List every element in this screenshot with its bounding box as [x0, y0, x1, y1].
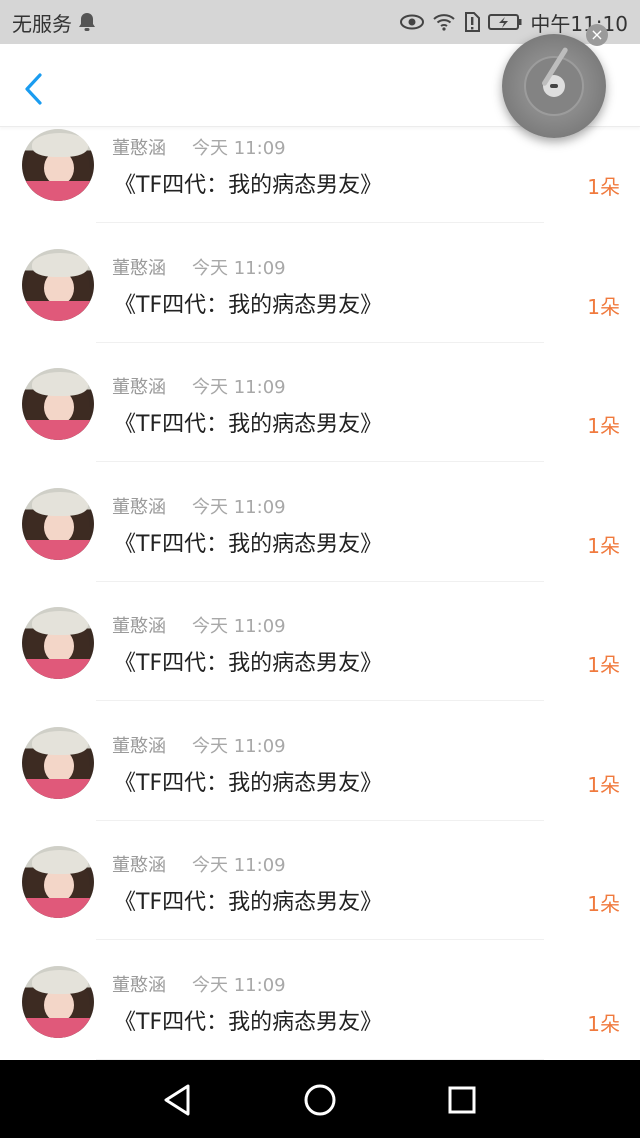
avatar-hat — [32, 611, 88, 635]
list-item[interactable]: 董憨涵 今天 11:09 《TF四代：我的病态男友》 1朵 — [0, 604, 640, 724]
status-left: 无服务 — [12, 8, 96, 37]
list-inner: 董憨涵 今天 11:09 《TF四代：我的病态男友》 1朵 董憨涵 今天 11:09 《TF… — [0, 127, 640, 1060]
avatar-hat — [32, 850, 88, 874]
triangle-back-icon — [164, 1084, 190, 1116]
flower-count: 1朵 — [587, 653, 620, 677]
divider — [96, 341, 544, 343]
nav-recents-button[interactable] — [442, 1080, 482, 1120]
sender-name: 董憨涵 — [112, 257, 166, 279]
sender-name: 董憨涵 — [112, 974, 166, 996]
app-screen: 无服务 中午11:10 董憨涵 今天 11:09 《TF四代：我的病态男友》 1… — [0, 0, 640, 1138]
avatar-hat — [32, 491, 88, 516]
disc-center-dot — [550, 84, 558, 88]
avatar-shirt — [22, 420, 94, 440]
avatar-shirt — [22, 181, 94, 201]
timestamp: 今天 11:09 — [192, 377, 286, 398]
divider — [96, 580, 544, 582]
avatar-hat — [32, 133, 88, 157]
avatar[interactable] — [22, 487, 94, 560]
flower-count: 1朵 — [587, 294, 620, 319]
divider — [96, 819, 544, 821]
divider — [96, 939, 544, 940]
sender-name: 董憨涵 — [112, 855, 166, 876]
square-recents-icon — [448, 1086, 476, 1114]
eye-icon — [400, 14, 425, 30]
nav-home-button[interactable] — [300, 1080, 340, 1120]
list-item[interactable]: 董憨涵 今天 11:09 《TF四代：我的病态男友》 1朵 — [0, 843, 640, 963]
divider — [96, 461, 544, 462]
flower-count: 1朵 — [587, 772, 620, 797]
list-item[interactable]: 董憨涵 今天 11:09 《TF四代：我的病态男友》 1朵 — [0, 127, 640, 246]
circle-home-icon — [304, 1084, 336, 1116]
list-item[interactable]: 董憨涵 今天 11:09 《TF四代：我的病态男友》 1朵 — [0, 485, 640, 605]
battery-charging-icon — [488, 13, 522, 31]
avatar-shirt — [22, 300, 94, 321]
system-nav-bar — [0, 1060, 640, 1138]
book-title: 《TF四代：我的病态男友》 — [114, 770, 383, 796]
bell-icon — [78, 12, 96, 32]
sender-name: 董憨涵 — [112, 377, 166, 398]
sender-name: 董憨涵 — [112, 735, 166, 757]
chevron-left-icon — [25, 73, 42, 105]
carrier-text: 无服务 — [12, 11, 72, 36]
timestamp: 今天 11:09 — [192, 138, 286, 159]
list-item[interactable]: 董憨涵 今天 11:09 《TF四代：我的病态男友》 1朵 — [0, 724, 640, 844]
timestamp: 今天 11:09 — [192, 616, 286, 637]
list-item[interactable]: 董憨涵 今天 11:09 《TF四代：我的病态男友》 1朵 — [0, 246, 640, 366]
book-title: 《TF四代：我的病态男友》 — [114, 1009, 383, 1035]
avatar[interactable] — [22, 726, 94, 799]
avatar-shirt — [22, 659, 94, 679]
divider — [96, 222, 544, 223]
divider — [96, 700, 544, 701]
nav-back-button[interactable] — [158, 1080, 198, 1120]
flower-count: 1朵 — [587, 1011, 620, 1036]
avatar-hat — [32, 969, 88, 994]
avatar-shirt — [22, 539, 94, 560]
timestamp: 今天 11:09 — [192, 496, 286, 518]
book-title: 《TF四代：我的病态男友》 — [114, 412, 383, 437]
book-title: 《TF四代：我的病态男友》 — [114, 890, 383, 915]
timestamp: 今天 11:09 — [192, 735, 286, 757]
flower-count: 1朵 — [587, 175, 620, 199]
avatar-shirt — [22, 898, 94, 918]
avatar[interactable] — [22, 846, 94, 918]
avatar-shirt — [22, 1017, 94, 1038]
flower-count: 1朵 — [587, 414, 620, 438]
avatar[interactable] — [22, 965, 94, 1038]
avatar[interactable] — [22, 248, 94, 321]
book-title: 《TF四代：我的病态男友》 — [114, 292, 383, 318]
sender-name: 董憨涵 — [112, 616, 166, 637]
list-item[interactable]: 董憨涵 今天 11:09 《TF四代：我的病态男友》 1朵 — [0, 365, 640, 485]
sender-name: 董憨涵 — [112, 496, 166, 518]
back-button[interactable] — [20, 72, 50, 106]
list-item[interactable]: 董憨涵 今天 11:09 《TF四代：我的病态男友》 1朵 — [0, 963, 640, 1061]
book-title: 《TF四代：我的病态男友》 — [114, 531, 383, 557]
avatar-hat — [32, 730, 88, 755]
avatar-hat — [32, 252, 88, 277]
book-title: 《TF四代：我的病态男友》 — [114, 173, 383, 198]
avatar-hat — [32, 372, 88, 396]
wifi-icon — [432, 13, 456, 31]
book-title: 《TF四代：我的病态男友》 — [114, 651, 383, 676]
timestamp: 今天 11:09 — [192, 855, 286, 876]
sim-alert-icon — [464, 12, 481, 32]
timestamp: 今天 11:09 — [192, 974, 286, 996]
flower-count: 1朵 — [587, 892, 620, 916]
avatar[interactable] — [22, 129, 94, 201]
timestamp: 今天 11:09 — [192, 257, 286, 279]
avatar-shirt — [22, 778, 94, 799]
avatar[interactable] — [22, 607, 94, 679]
gift-record-list: 董憨涵 今天 11:09 《TF四代：我的病态男友》 1朵 董憨涵 今天 11:09 《TF… — [0, 127, 640, 1060]
avatar[interactable] — [22, 368, 94, 440]
flower-count: 1朵 — [587, 533, 620, 558]
vinyl-disc-icon[interactable] — [502, 34, 606, 138]
close-player-button[interactable]: × — [586, 24, 608, 46]
clock-text: 中午11:10 — [530, 11, 628, 36]
sender-name: 董憨涵 — [112, 138, 166, 159]
